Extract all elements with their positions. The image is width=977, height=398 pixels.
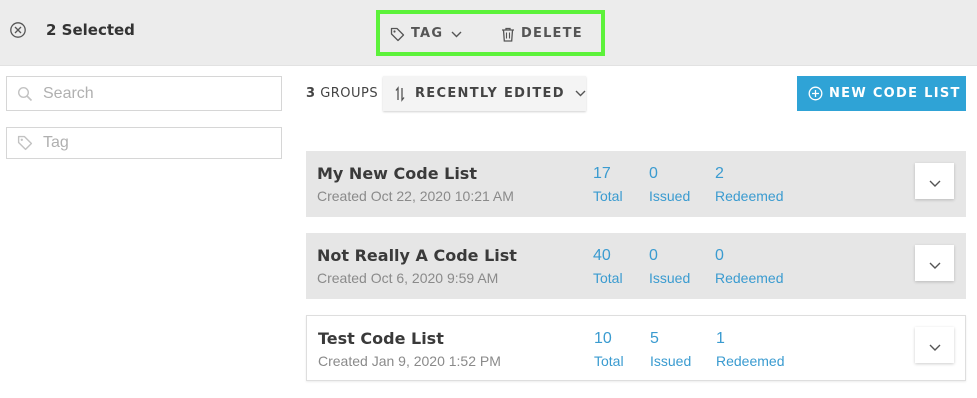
stat-issued: 0 Issued: [649, 164, 690, 206]
stat-issued-label: Issued: [649, 188, 691, 204]
groups-count-label: GROUPS: [320, 86, 379, 101]
chevron-down-icon: [451, 31, 462, 38]
tag-button-label: TAG: [411, 26, 444, 41]
sort-label: RECENTLY EDITED: [415, 86, 565, 101]
tag-button[interactable]: TAG: [390, 26, 462, 42]
sort-dropdown[interactable]: RECENTLY EDITED: [383, 76, 586, 111]
stat-total: 10 Total: [594, 329, 624, 371]
delete-button-label: DELETE: [521, 26, 583, 41]
tag-filter-field: [6, 127, 282, 159]
tag-icon: [390, 27, 405, 42]
new-code-list-label: NEW CODE LIST: [829, 86, 961, 101]
code-list-created: Created Jan 9, 2020 1:52 PM: [318, 353, 501, 369]
code-list-name: Not Really A Code List: [317, 246, 517, 265]
tag-filter-input[interactable]: [43, 134, 263, 152]
code-list-row[interactable]: Test Code List Created Jan 9, 2020 1:52 …: [306, 315, 966, 381]
stat-total-value: 40: [593, 247, 611, 264]
stat-redeemed-value: 2: [715, 165, 724, 182]
tag-icon: [17, 135, 33, 151]
sort-icon: [395, 85, 405, 102]
plus-circle-icon: [808, 86, 823, 101]
trash-icon: [501, 27, 515, 42]
stat-redeemed-value: 1: [716, 330, 725, 347]
selection-toolbar: 2 Selected TAG DELETE: [0, 0, 977, 66]
code-list-created: Created Oct 22, 2020 10:21 AM: [317, 188, 514, 204]
expand-button[interactable]: [915, 245, 954, 281]
stat-issued-label: Issued: [650, 353, 692, 369]
stat-redeemed-label: Redeemed: [716, 353, 785, 369]
stat-issued-value: 5: [650, 330, 659, 347]
chevron-down-icon: [929, 254, 941, 273]
chevron-down-icon: [929, 172, 941, 191]
stat-total: 40 Total: [593, 246, 623, 288]
search-icon: [17, 86, 33, 102]
groups-count-number: 3: [306, 86, 316, 101]
stat-issued-label: Issued: [649, 270, 691, 286]
stat-issued: 5 Issued: [650, 329, 691, 371]
stat-issued: 0 Issued: [649, 246, 690, 288]
stat-total-value: 10: [594, 330, 612, 347]
groups-count: 3 GROUPS: [306, 85, 378, 103]
stat-total-label: Total: [593, 270, 623, 286]
search-input[interactable]: [43, 84, 263, 103]
stat-redeemed-value: 0: [715, 247, 724, 264]
stat-total-label: Total: [594, 353, 624, 369]
code-list-name: Test Code List: [318, 329, 444, 348]
stat-redeemed: 0 Redeemed: [715, 246, 784, 288]
stat-redeemed-label: Redeemed: [715, 188, 784, 204]
stat-issued-value: 0: [649, 247, 658, 264]
expand-button[interactable]: [915, 327, 954, 363]
stat-issued-value: 0: [649, 165, 658, 182]
chevron-down-icon: [575, 90, 586, 97]
search-field: [6, 76, 282, 111]
stat-total-label: Total: [593, 188, 623, 204]
code-list-created: Created Oct 6, 2020 9:59 AM: [317, 270, 499, 286]
new-code-list-button[interactable]: NEW CODE LIST: [797, 76, 966, 111]
code-list-name: My New Code List: [317, 164, 477, 183]
stat-redeemed-label: Redeemed: [715, 270, 784, 286]
stat-redeemed: 1 Redeemed: [716, 329, 785, 371]
delete-button[interactable]: DELETE: [501, 26, 583, 42]
stat-redeemed: 2 Redeemed: [715, 164, 784, 206]
stat-total-value: 17: [593, 165, 611, 182]
expand-button[interactable]: [915, 163, 954, 199]
code-list-row[interactable]: Not Really A Code List Created Oct 6, 20…: [306, 233, 966, 299]
selected-count: 2 Selected: [46, 21, 135, 39]
bulk-actions-group: TAG DELETE: [376, 10, 605, 56]
chevron-down-icon: [929, 336, 941, 355]
code-list-row[interactable]: My New Code List Created Oct 22, 2020 10…: [306, 151, 966, 217]
clear-selection-icon[interactable]: [9, 21, 27, 39]
stat-total: 17 Total: [593, 164, 623, 206]
